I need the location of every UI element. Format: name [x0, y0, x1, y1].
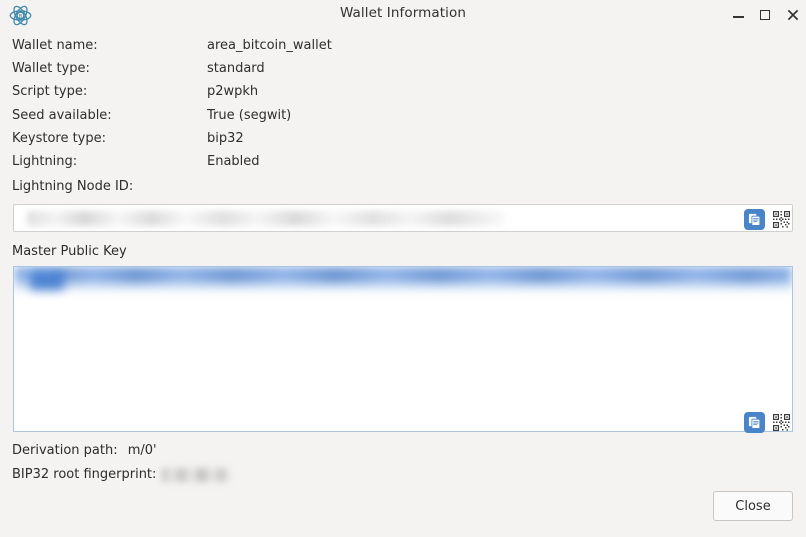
- info-value: Enabled: [207, 153, 260, 169]
- lightning-node-id-actions: [744, 209, 792, 230]
- bip32-fingerprint-row: BIP32 root fingerprint:: [12, 467, 231, 482]
- bip32-fingerprint-label: BIP32 root fingerprint:: [12, 467, 157, 482]
- wallet-info-list: Wallet name: area_bitcoin_wallet Wallet …: [0, 38, 806, 177]
- title-bar: B Wallet Information: [0, 0, 806, 30]
- master-public-key-selection-highlight: [14, 267, 792, 293]
- info-value: bip32: [207, 130, 244, 146]
- lightning-node-id-input[interactable]: [13, 204, 793, 232]
- master-public-key-label: Master Public Key: [12, 244, 127, 259]
- minimize-icon[interactable]: [732, 8, 746, 22]
- bip32-fingerprint-value-redacted: [162, 467, 231, 482]
- info-row-wallet-name: Wallet name: area_bitcoin_wallet: [0, 38, 806, 61]
- info-value: p2wpkh: [207, 84, 259, 100]
- info-row-script-type: Script type: p2wpkh: [0, 84, 806, 107]
- master-public-key-textarea[interactable]: [13, 266, 793, 432]
- info-row-lightning: Lightning: Enabled: [0, 154, 806, 177]
- derivation-path-row: Derivation path: m/0': [12, 443, 157, 458]
- qr-code-icon[interactable]: [771, 209, 792, 230]
- derivation-path-label: Derivation path:: [12, 443, 118, 458]
- info-label: Wallet type:: [12, 61, 90, 77]
- master-public-key-actions: [744, 412, 792, 433]
- info-label: Script type:: [12, 84, 88, 100]
- info-value: True (segwit): [207, 107, 292, 123]
- info-row-keystore-type: Keystore type: bip32: [0, 131, 806, 154]
- lightning-node-id-label: Lightning Node ID:: [12, 179, 134, 194]
- close-icon[interactable]: [786, 8, 800, 22]
- info-row-seed-available: Seed available: True (segwit): [0, 108, 806, 131]
- info-value: standard: [207, 61, 265, 77]
- lightning-node-id-value-redacted: [27, 211, 507, 226]
- text-cursor-blob: [30, 271, 64, 290]
- close-button[interactable]: Close: [713, 491, 793, 521]
- info-label: Keystore type:: [12, 130, 107, 146]
- info-value: area_bitcoin_wallet: [207, 38, 332, 53]
- qr-code-icon[interactable]: [771, 412, 792, 433]
- master-public-key-value-redacted: [56, 269, 792, 282]
- info-label: Wallet name:: [12, 38, 98, 53]
- maximize-icon[interactable]: [759, 8, 773, 22]
- info-label: Seed available:: [12, 107, 112, 123]
- window-title: Wallet Information: [339, 5, 467, 21]
- copy-icon[interactable]: [744, 209, 765, 230]
- copy-icon[interactable]: [744, 412, 765, 433]
- info-row-wallet-type: Wallet type: standard: [0, 61, 806, 84]
- info-label: Lightning:: [12, 153, 78, 169]
- window-controls: [732, 0, 800, 30]
- derivation-path-value: m/0': [127, 443, 157, 458]
